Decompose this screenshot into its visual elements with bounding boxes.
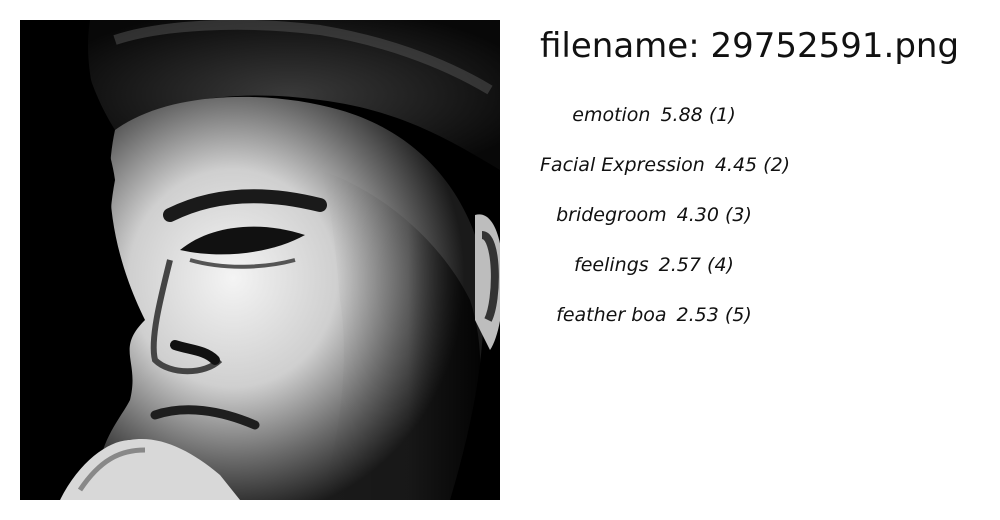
prediction-item: bridegroom 4.30 (3) [540,200,768,250]
prediction-item: feelings 2.57 (4) [540,250,768,300]
prediction-label: feather boa [556,304,667,326]
prediction-item: Facial Expression 4.45 (2) [540,150,790,200]
prediction-label: emotion [572,104,651,126]
prediction-score: 5.88 [660,104,703,126]
prediction-rank: (2) [763,154,791,176]
prediction-score: 4.30 [676,204,719,226]
prediction-score: 2.53 [676,304,719,326]
portrait-image [20,20,500,500]
prediction-item: emotion 5.88 (1) [540,100,768,150]
prediction-score: 2.57 [658,254,701,276]
prediction-label: feelings [574,254,649,276]
prediction-label: Facial Expression [540,154,705,176]
face-photo [20,20,500,500]
filename-title: filename: 29752591.png [540,26,960,66]
prediction-score: 4.45 [714,154,758,176]
prediction-list: emotion 5.88 (1) Facial Expression 4.45 (2… [540,100,790,350]
prediction-item: feather boa 2.53 (5) [540,300,768,350]
prediction-rank: (3) [724,204,752,226]
prediction-rank: (1) [708,104,736,126]
prediction-label: bridegroom [556,204,667,226]
prediction-rank: (5) [724,304,752,326]
prediction-rank: (4) [707,254,734,276]
